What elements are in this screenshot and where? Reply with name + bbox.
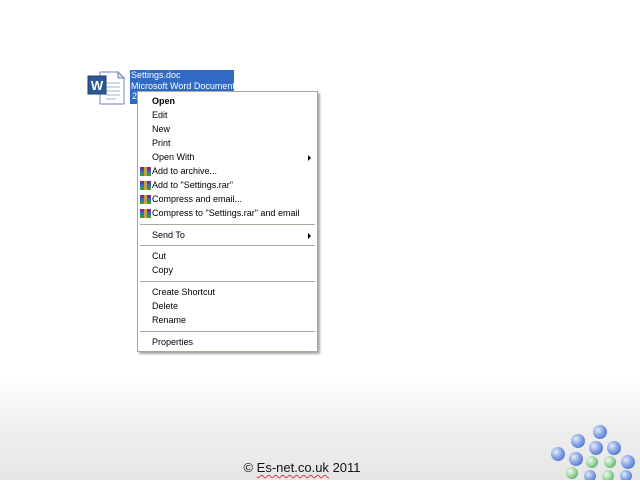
menu-item-edit[interactable]: Edit	[138, 109, 317, 122]
menu-item-rename[interactable]: Rename	[138, 314, 317, 327]
file-type: Microsoft Word Document	[130, 80, 235, 91]
copyright-year: 2011	[332, 460, 361, 475]
menu-item-label: Open	[152, 96, 176, 106]
menu-item-copy[interactable]: Copy	[138, 264, 317, 277]
menu-item-new[interactable]: New	[138, 123, 317, 136]
submenu-arrow-icon	[308, 155, 311, 161]
context-menu: Open Edit New Print Open With Add to arc…	[137, 91, 318, 352]
es-net-logo	[548, 420, 640, 482]
menu-separator	[140, 245, 315, 246]
menu-item-label: Rename	[152, 315, 187, 325]
word-document-icon: W	[86, 70, 126, 106]
menu-item-create-shortcut[interactable]: Create Shortcut	[138, 286, 317, 299]
menu-item-label: Copy	[152, 265, 174, 275]
menu-item-compress-to-settings-rar-and-email[interactable]: Compress to "Settings.rar" and email	[138, 207, 317, 220]
menu-item-label: New	[152, 124, 171, 134]
menu-item-label: Send To	[152, 230, 185, 240]
menu-item-label: Open With	[152, 152, 195, 162]
menu-separator	[140, 224, 315, 225]
menu-item-label: Add to "Settings.rar"	[152, 180, 233, 190]
menu-item-print[interactable]: Print	[138, 137, 317, 150]
copyright-footer: © Es-net.co.uk 2011	[0, 460, 622, 475]
menu-item-label: Delete	[152, 301, 179, 311]
menu-item-send-to[interactable]: Send To	[138, 229, 317, 242]
file-name: Settings.doc	[130, 70, 234, 81]
menu-item-add-to-archive[interactable]: Add to archive...	[138, 165, 317, 178]
copyright-symbol: ©	[243, 460, 254, 475]
svg-text:W: W	[91, 78, 104, 93]
menu-item-label: Create Shortcut	[152, 287, 216, 297]
winrar-icon	[140, 195, 151, 204]
menu-separator	[140, 331, 315, 332]
menu-item-label: Edit	[152, 110, 168, 120]
menu-item-compress-and-email[interactable]: Compress and email...	[138, 193, 317, 206]
winrar-icon	[140, 181, 151, 190]
winrar-icon	[140, 167, 151, 176]
submenu-arrow-icon	[308, 233, 311, 239]
menu-item-properties[interactable]: Properties	[138, 336, 317, 349]
menu-separator	[140, 281, 315, 282]
menu-item-label: Cut	[152, 251, 167, 261]
menu-item-cut[interactable]: Cut	[138, 250, 317, 263]
menu-item-label: Compress and email...	[152, 194, 243, 204]
copyright-site: Es-net.co.uk	[256, 460, 329, 475]
menu-item-label: Properties	[152, 337, 194, 347]
winrar-icon	[140, 209, 151, 218]
menu-item-open[interactable]: Open	[138, 95, 317, 108]
menu-item-add-to-settings-rar[interactable]: Add to "Settings.rar"	[138, 179, 317, 192]
menu-item-label: Add to archive...	[152, 166, 218, 176]
menu-item-delete[interactable]: Delete	[138, 300, 317, 313]
menu-item-open-with[interactable]: Open With	[138, 151, 317, 164]
menu-item-label: Compress to "Settings.rar" and email	[152, 208, 300, 218]
menu-item-label: Print	[152, 138, 171, 148]
